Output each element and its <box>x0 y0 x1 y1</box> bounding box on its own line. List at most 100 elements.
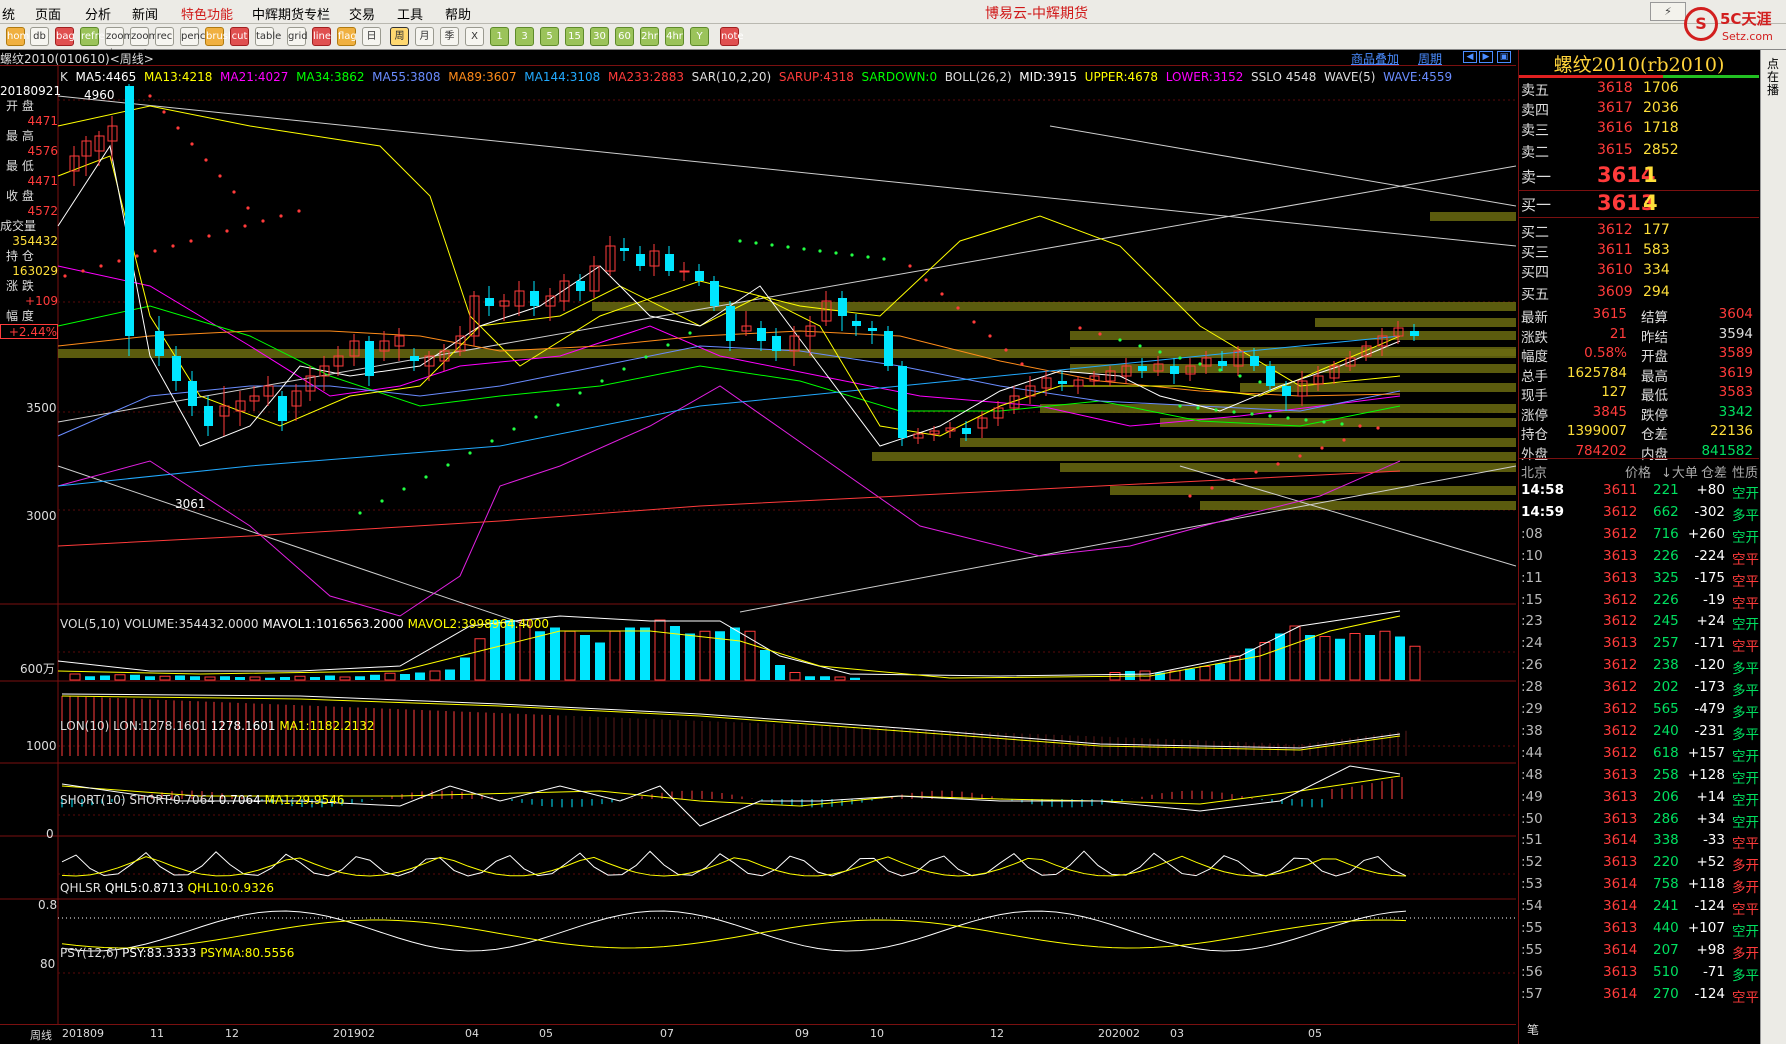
order-book-row[interactable]: 卖四 3617 2036 <box>1519 100 1759 120</box>
5-tool-icon[interactable]: 5 <box>540 27 559 46</box>
stat-a: 持仓 <box>1521 427 1548 443</box>
tick-row[interactable]: :50 3613 286 +34 空开 <box>1519 811 1759 832</box>
tick-price: 3613 <box>1603 788 1638 805</box>
order-book-row[interactable]: 卖二 3615 2852 <box>1519 142 1759 162</box>
tick-volume: 258 <box>1653 766 1679 783</box>
tick-row[interactable]: :55 3613 440 +107 空开 <box>1519 920 1759 941</box>
bag-tool-icon[interactable]: bag <box>55 27 75 46</box>
zoomout-tool-icon[interactable]: zoom-out <box>130 27 162 59</box>
tick-row[interactable]: :51 3614 338 -33 空平 <box>1519 832 1759 853</box>
menu-item-trade[interactable]: 交易 <box>349 4 375 23</box>
volume-bar <box>685 633 695 680</box>
tick-row[interactable]: :29 3612 565 -479 多平 <box>1519 701 1759 722</box>
tick-row[interactable]: :57 3614 270 -124 空平 <box>1519 986 1759 1007</box>
1-tool-icon[interactable]: 1 <box>490 27 509 46</box>
stat-bv: 3342 <box>1718 403 1753 420</box>
tick-oi-change: -231 <box>1694 722 1725 739</box>
brush-tool-icon[interactable]: brush <box>205 27 234 46</box>
sar-dot <box>1376 426 1380 430</box>
tick-row[interactable]: :11 3613 325 -175 空平 <box>1519 570 1759 591</box>
4hr-tool-icon[interactable]: 4hr <box>665 27 684 46</box>
menu-item-column[interactable]: 中辉期货专栏 <box>252 4 330 23</box>
tick-row[interactable]: 14:59 3612 662 -302 多平 <box>1519 504 1759 525</box>
menu-item-page[interactable]: 页面 <box>35 4 61 23</box>
overlay-commodity-link[interactable]: 商品叠加 <box>1351 50 1399 67</box>
menu-item-analysis[interactable]: 分析 <box>85 4 111 23</box>
tick-row[interactable]: :10 3613 226 -224 空平 <box>1519 548 1759 569</box>
menu-item-system[interactable]: 统 <box>2 4 15 23</box>
time-axis-period[interactable]: 周线 <box>30 1027 52 1043</box>
legend-k: K <box>60 70 68 84</box>
-tool-icon[interactable]: 季 <box>440 27 459 46</box>
order-level-label: 卖四 <box>1521 103 1549 119</box>
zoomin-tool-icon[interactable]: zoom-in <box>105 27 137 59</box>
tick-row[interactable]: :15 3612 226 -19 空平 <box>1519 592 1759 613</box>
time-axis-label: 201809 <box>62 1027 104 1040</box>
menu-item-news[interactable]: 新闻 <box>132 4 158 23</box>
scroll-right-icon[interactable]: ▶ <box>1479 51 1493 63</box>
order-book-row[interactable]: 买三 3611 583 <box>1519 242 1759 262</box>
sar-dot <box>63 274 67 278</box>
tick-row[interactable]: :54 3614 241 -124 空平 <box>1519 898 1759 919</box>
cut-tool-icon[interactable]: cut <box>230 27 249 46</box>
order-book-row[interactable]: 买二 3612 177 <box>1519 222 1759 242</box>
line-tool-icon[interactable]: line <box>312 27 331 46</box>
menu-item-help[interactable]: 帮助 <box>445 4 471 23</box>
volume-profile-bar <box>1060 463 1516 472</box>
rec-tool-icon[interactable]: rec <box>155 27 174 46</box>
time-axis-label: 09 <box>795 1027 809 1040</box>
-tool-icon[interactable]: 月 <box>415 27 434 46</box>
scroll-left-icon[interactable]: ◀ <box>1463 51 1477 63</box>
3-tool-icon[interactable]: 3 <box>515 27 534 46</box>
tick-row[interactable]: :08 3612 716 +260 空开 <box>1519 526 1759 547</box>
tick-row[interactable]: :55 3614 207 +98 多开 <box>1519 942 1759 963</box>
-tool-icon[interactable]: 周 <box>390 27 409 46</box>
tick-volume: 758 <box>1653 876 1679 893</box>
Y-tool-icon[interactable]: Y <box>690 27 709 46</box>
period-link[interactable]: 周期 <box>1418 50 1442 67</box>
tick-row[interactable]: :52 3613 220 +52 多开 <box>1519 854 1759 875</box>
order-book-row[interactable]: 买一 3613 4 <box>1519 191 1759 215</box>
order-book-row[interactable]: 买四 3610 334 <box>1519 262 1759 282</box>
tick-row[interactable]: :53 3614 758 +118 多开 <box>1519 876 1759 897</box>
volume-bar <box>294 675 306 681</box>
volume-profile-bar <box>1070 364 1516 373</box>
table-tool-icon[interactable]: table <box>255 27 281 46</box>
tick-row[interactable]: :24 3613 257 -171 空平 <box>1519 635 1759 656</box>
order-book-row[interactable]: 卖五 3618 1706 <box>1519 80 1759 100</box>
tick-row[interactable]: :23 3612 245 +24 空开 <box>1519 613 1759 634</box>
info-high-label: 最 高 <box>6 129 34 143</box>
tick-row[interactable]: :26 3612 238 -120 多平 <box>1519 657 1759 678</box>
tick-row[interactable]: :48 3613 258 +128 空开 <box>1519 767 1759 788</box>
db-tool-icon[interactable]: db <box>30 27 49 46</box>
menu-item-tools[interactable]: 工具 <box>397 4 423 23</box>
ma13-line <box>57 155 1401 437</box>
tick-row[interactable]: :49 3613 206 +14 空开 <box>1519 789 1759 810</box>
home-tool-icon[interactable]: home <box>6 27 35 46</box>
tick-row[interactable]: :56 3613 510 -71 多平 <box>1519 964 1759 985</box>
tick-row[interactable]: :44 3612 618 +157 空开 <box>1519 745 1759 766</box>
60-tool-icon[interactable]: 60 <box>615 27 634 46</box>
menu-item-features[interactable]: 特色功能 <box>181 4 233 23</box>
30-tool-icon[interactable]: 30 <box>590 27 609 46</box>
order-book-row[interactable]: 卖一 3614 1 <box>1519 163 1759 187</box>
order-book-row[interactable]: 卖三 3616 1718 <box>1519 120 1759 140</box>
order-book-row[interactable]: 买五 3609 294 <box>1519 284 1759 304</box>
tick-header-volume[interactable]: ↓大单 <box>1661 462 1698 481</box>
tick-row[interactable]: 14:58 3611 221 +80 空开 <box>1519 482 1759 503</box>
pencil-tool-icon[interactable]: pencil <box>180 27 211 46</box>
expand-icon[interactable]: ▣ <box>1497 51 1511 63</box>
flag-tool-icon[interactable]: flag <box>337 27 357 46</box>
15-tool-icon[interactable]: 15 <box>565 27 584 46</box>
tick-row[interactable]: :38 3612 240 -231 多平 <box>1519 723 1759 744</box>
X-tool-icon[interactable]: X <box>465 27 484 46</box>
-tool-icon[interactable]: 日 <box>362 27 381 46</box>
tick-price: 3613 <box>1603 920 1638 936</box>
candle-body <box>772 336 781 351</box>
refresh-tool-icon[interactable]: refresh <box>80 27 116 46</box>
candle-body <box>204 406 213 426</box>
tick-row[interactable]: :28 3612 202 -173 多平 <box>1519 679 1759 700</box>
2hr-tool-icon[interactable]: 2hr <box>640 27 659 46</box>
grid-tool-icon[interactable]: grid <box>287 27 308 46</box>
note-tool-icon[interactable]: note <box>720 27 744 46</box>
